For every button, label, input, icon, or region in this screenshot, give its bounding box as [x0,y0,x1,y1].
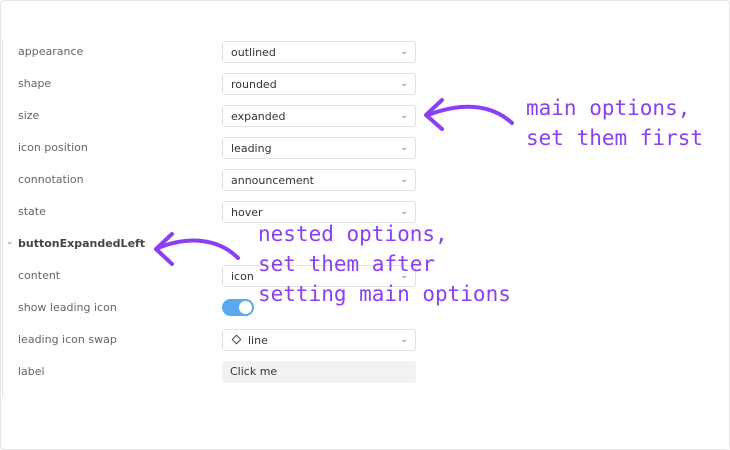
prop-label: appearance [18,45,84,58]
chevron-down-icon: ⌄ [400,143,408,153]
prop-label: leading icon swap [18,333,117,346]
main-options-arrow [424,98,514,131]
chevron-down-icon: ⌄ [400,335,408,345]
select-value: rounded [231,78,277,91]
select-value: announcement [231,174,314,187]
leading-icon-swap-select[interactable]: line ⌄ [222,329,416,351]
prop-label: content [18,269,61,282]
prop-row-icon-position: icon position leading ⌄ [0,137,430,161]
chevron-down-icon: ⌄ [400,47,408,57]
select-value: line [248,334,268,347]
size-select[interactable]: expanded ⌄ [222,105,416,127]
note-line: setting main options [258,282,511,306]
chevron-down-icon: ⌄ [400,79,408,89]
shape-select[interactable]: rounded ⌄ [222,73,416,95]
group-title: buttonExpandedLeft [18,237,146,250]
prop-label: size [18,109,40,122]
prop-label: label [18,365,45,378]
select-value: expanded [231,110,286,123]
prop-label: shape [18,77,52,90]
icon-position-select[interactable]: leading ⌄ [222,137,416,159]
chevron-down-icon[interactable]: ⌄ [6,237,14,247]
chevron-down-icon: ⌄ [400,175,408,185]
show-leading-icon-toggle[interactable] [222,299,254,316]
toggle-knob [239,301,252,314]
appearance-select[interactable]: outlined ⌄ [222,41,416,63]
nested-options-arrow [154,232,240,266]
note-line: nested options, [258,222,448,246]
select-value: outlined [231,46,276,59]
chevron-down-icon: ⌄ [400,207,408,217]
main-options-note: main options, set them first [526,93,703,153]
prop-label: show leading icon [18,301,117,314]
chevron-down-icon: ⌄ [400,111,408,121]
prop-row-shape: shape rounded ⌄ [0,73,430,97]
note-line: main options, [526,96,691,120]
prop-row-appearance: appearance outlined ⌄ [0,41,430,65]
note-line: set them first [526,126,704,150]
nested-options-note: nested options, set them after setting m… [258,219,511,309]
input-value: Click me [230,365,278,378]
note-line: set them after [258,252,436,276]
prop-row-size: size expanded ⌄ [0,105,430,129]
diamond-icon [231,334,242,345]
label-input[interactable]: Click me [222,361,416,383]
prop-label: connotation [18,173,84,186]
prop-row-connotation: connotation announcement ⌄ [0,169,430,193]
prop-label: icon position [18,141,88,154]
prop-row-label: label Click me [0,361,430,385]
select-value: leading [231,142,272,155]
select-value: hover [231,206,263,219]
connotation-select[interactable]: announcement ⌄ [222,169,416,191]
prop-row-leading-icon-swap: leading icon swap line ⌄ [0,329,430,353]
prop-label: state [18,205,46,218]
